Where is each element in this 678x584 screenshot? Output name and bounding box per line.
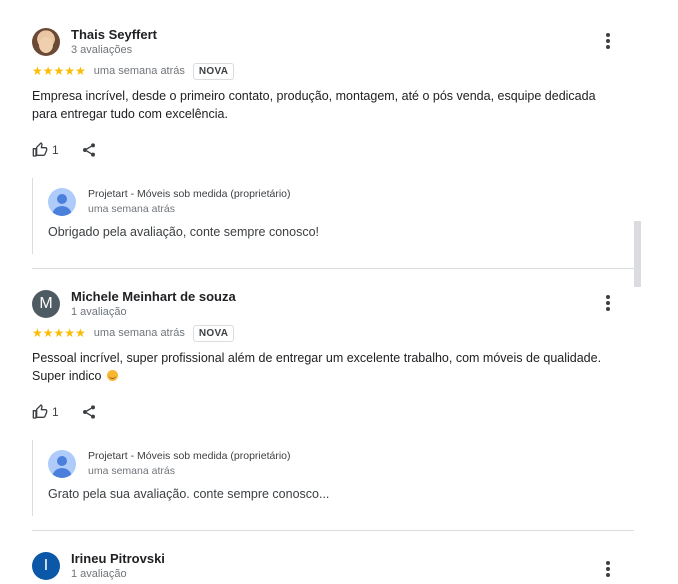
like-count: 1 xyxy=(52,143,59,157)
share-icon xyxy=(82,143,95,157)
review-text-content: Pessoal incrível, super profissional alé… xyxy=(32,351,602,383)
more-options-icon[interactable] xyxy=(601,558,615,578)
new-badge: NOVA xyxy=(192,62,235,80)
star-rating: ★★★★★ xyxy=(32,326,86,340)
review-time: uma semana atrás xyxy=(93,327,185,339)
new-badge: NOVA xyxy=(192,324,235,342)
avatar-letter: M xyxy=(39,295,53,312)
like-button[interactable]: 1 xyxy=(32,404,59,420)
reply-time: uma semana atrás xyxy=(88,465,175,477)
owner-name: Projetart - Móveis sob medida (proprietá… xyxy=(88,188,291,200)
review-text: Pessoal incrível, super profissional alé… xyxy=(32,349,612,385)
reviewer-name[interactable]: Irineu Pitrovski xyxy=(71,551,165,566)
avatar[interactable] xyxy=(32,28,60,56)
review-actions: 1 xyxy=(32,140,97,160)
owner-reply: Projetart - Móveis sob medida (proprietá… xyxy=(32,440,635,516)
like-count: 1 xyxy=(52,405,59,419)
avatar[interactable]: M xyxy=(32,290,60,318)
reviewer-name[interactable]: Thais Seyffert xyxy=(71,27,157,42)
share-button[interactable] xyxy=(81,404,97,420)
review-meta: ★★★★★ uma semana atrás NOVA xyxy=(32,324,235,342)
owner-name: Projetart - Móveis sob medida (proprietá… xyxy=(88,450,291,462)
divider xyxy=(32,530,634,531)
review-meta: ★★★★★ uma semana atrás NOVA xyxy=(32,62,235,80)
thumbs-up-icon xyxy=(32,404,48,419)
owner-reply: Projetart - Móveis sob medida (proprietá… xyxy=(32,178,635,254)
thumbs-up-icon xyxy=(32,142,48,157)
smiling-face-icon xyxy=(106,370,118,381)
review-actions: 1 xyxy=(32,402,97,422)
owner-avatar xyxy=(48,450,76,478)
like-button[interactable]: 1 xyxy=(32,142,59,158)
more-options-icon[interactable] xyxy=(601,292,615,312)
avatar[interactable]: I xyxy=(32,552,60,580)
star-rating: ★★★★★ xyxy=(32,64,86,78)
review-count: 1 avaliação xyxy=(71,568,127,580)
reply-time: uma semana atrás xyxy=(88,203,175,215)
review-count: 1 avaliação xyxy=(71,306,127,318)
reply-text: Grato pela sua avaliação. conte sempre c… xyxy=(48,487,330,501)
more-options-icon[interactable] xyxy=(601,30,615,50)
share-button[interactable] xyxy=(81,142,97,158)
reply-text: Obrigado pela avaliação, conte sempre co… xyxy=(48,225,319,239)
owner-avatar xyxy=(48,188,76,216)
divider xyxy=(32,268,634,269)
scrollbar-thumb[interactable] xyxy=(634,221,641,287)
review-text: Empresa incrível, desde o primeiro conta… xyxy=(32,89,596,121)
review-count: 3 avaliações xyxy=(71,44,133,56)
share-icon xyxy=(82,405,95,419)
avatar-letter: I xyxy=(43,557,49,574)
review-time: uma semana atrás xyxy=(93,65,185,77)
reviewer-name[interactable]: Michele Meinhart de souza xyxy=(71,289,236,304)
